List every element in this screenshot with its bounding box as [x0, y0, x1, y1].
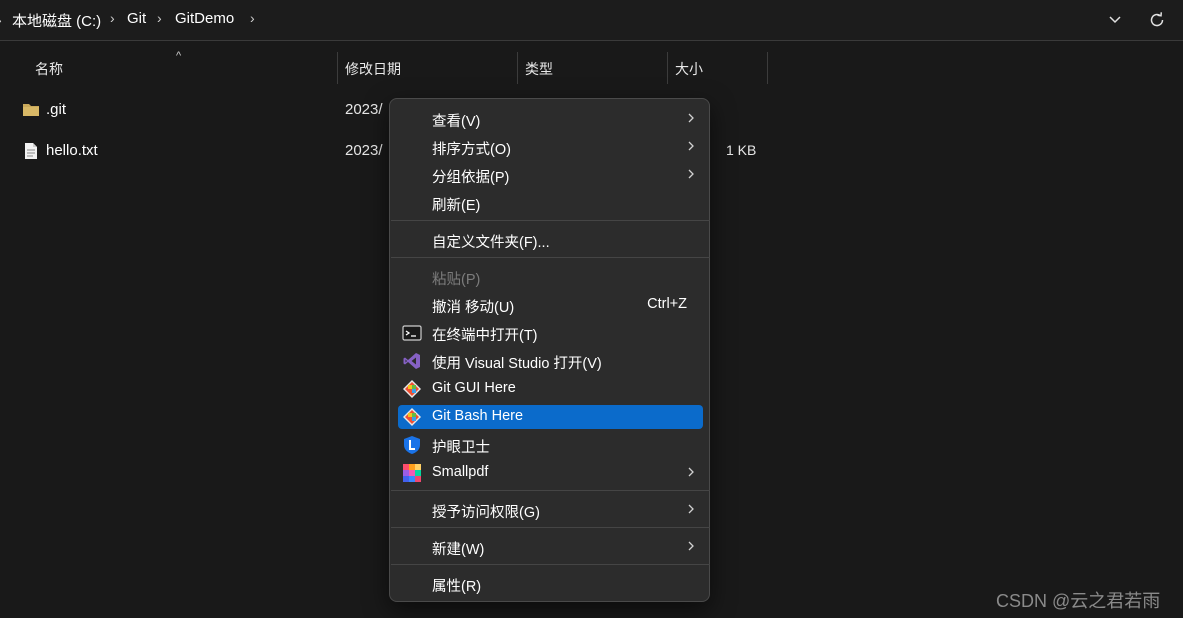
chevron-right-icon: [688, 141, 694, 151]
menu-separator: [391, 564, 710, 565]
menu-item-label: 使用 Visual Studio 打开(V): [432, 356, 602, 372]
menu-item-group-by[interactable]: 分组依据(P): [398, 163, 703, 187]
menu-item-eye-guard[interactable]: 护眼卫士: [398, 433, 703, 457]
breadcrumb-chevron-icon[interactable]: ›: [0, 12, 2, 28]
menu-item-give-access[interactable]: 授予访问权限(G): [398, 498, 703, 522]
eye-guard-icon: [404, 436, 420, 454]
sort-ascending-icon: ^: [176, 50, 182, 62]
menu-item-paste: 粘贴(P): [398, 265, 703, 289]
menu-item-shortcut: Ctrl+Z: [647, 296, 687, 312]
text-file-icon: [25, 143, 37, 159]
chevron-right-icon: [688, 467, 694, 477]
git-gui-icon: [403, 380, 421, 398]
menu-item-refresh[interactable]: 刷新(E): [398, 191, 703, 215]
menu-item-properties[interactable]: 属性(R): [398, 572, 703, 596]
breadcrumb-separator-icon[interactable]: ›: [110, 10, 115, 26]
address-bar[interactable]: › 本地磁盘 (C:) › Git › GitDemo ›: [0, 0, 1183, 41]
column-header-type[interactable]: 类型: [525, 51, 553, 85]
breadcrumb-separator-icon[interactable]: ›: [250, 10, 255, 26]
menu-item-sort-by[interactable]: 排序方式(O): [398, 135, 703, 159]
visual-studio-icon: [403, 353, 420, 369]
menu-item-view[interactable]: 查看(V): [398, 107, 703, 131]
menu-item-git-bash-here[interactable]: Git Bash Here: [398, 405, 703, 429]
menu-item-label: Git GUI Here: [432, 380, 516, 396]
chevron-right-icon: [688, 113, 694, 123]
menu-item-label: 授予访问权限(G): [432, 505, 540, 521]
menu-separator: [391, 490, 710, 491]
folder-icon: [23, 104, 39, 116]
menu-item-label: 自定义文件夹(F)...: [432, 235, 550, 251]
menu-item-label: 在终端中打开(T): [432, 328, 538, 344]
column-header-name[interactable]: 名称: [35, 51, 63, 85]
chevron-down-icon: [1109, 16, 1121, 24]
file-modified-date: 2023/: [345, 142, 383, 159]
menu-item-label: 刷新(E): [432, 198, 481, 214]
file-name: hello.txt: [46, 142, 98, 159]
chevron-right-icon: [688, 541, 694, 551]
git-bash-icon: [403, 408, 421, 426]
menu-item-undo-move[interactable]: 撤消 移动(U) Ctrl+Z: [398, 293, 703, 317]
column-header-modified[interactable]: 修改日期: [345, 51, 401, 85]
chevron-right-icon: [688, 504, 694, 514]
smallpdf-icon: [403, 464, 421, 482]
chevron-right-icon: [688, 169, 694, 179]
menu-item-label: 撤消 移动(U): [432, 300, 515, 316]
menu-item-label: 新建(W): [432, 542, 485, 558]
breadcrumb-item-git[interactable]: Git: [127, 10, 146, 27]
menu-separator: [391, 220, 710, 221]
menu-item-customize-folder[interactable]: 自定义文件夹(F)...: [398, 228, 703, 252]
menu-item-label: 分组依据(P): [432, 170, 510, 186]
column-divider[interactable]: [667, 52, 668, 84]
breadcrumb-item-local-disk[interactable]: 本地磁盘 (C:): [12, 10, 101, 31]
menu-item-label: Git Bash Here: [432, 408, 524, 424]
breadcrumb-item-gitdemo[interactable]: GitDemo: [175, 10, 234, 27]
menu-separator: [391, 257, 710, 258]
watermark: CSDN @云之君若雨: [996, 591, 1161, 611]
file-size: 1 KB: [726, 142, 757, 158]
column-header-row: ^ 名称 修改日期 类型 大小: [0, 50, 770, 85]
menu-item-open-in-terminal[interactable]: 在终端中打开(T): [398, 321, 703, 345]
refresh-button[interactable]: [1145, 8, 1169, 32]
column-divider[interactable]: [767, 52, 768, 84]
column-header-size[interactable]: 大小: [675, 51, 703, 85]
menu-item-new[interactable]: 新建(W): [398, 535, 703, 559]
menu-item-label: 排序方式(O): [432, 142, 511, 158]
refresh-icon: [1150, 12, 1164, 27]
history-dropdown-button[interactable]: [1103, 8, 1127, 32]
breadcrumb-separator-icon[interactable]: ›: [157, 10, 162, 26]
column-divider[interactable]: [517, 52, 518, 84]
menu-item-smallpdf[interactable]: Smallpdf: [398, 461, 703, 485]
menu-item-open-with-visual-studio[interactable]: 使用 Visual Studio 打开(V): [398, 349, 703, 373]
menu-item-git-gui-here[interactable]: Git GUI Here: [398, 377, 703, 401]
column-divider[interactable]: [337, 52, 338, 84]
menu-item-label: 属性(R): [432, 579, 482, 595]
file-name: .git: [46, 101, 67, 118]
menu-item-label: 护眼卫士: [432, 440, 490, 456]
context-menu: 查看(V) 排序方式(O) 分组依据(P) 刷新(E) 自定义文件夹(F)...…: [389, 98, 710, 602]
terminal-icon: [402, 325, 422, 341]
menu-separator: [391, 527, 710, 528]
file-modified-date: 2023/: [345, 101, 383, 118]
menu-item-label: 查看(V): [432, 114, 481, 130]
menu-item-label: Smallpdf: [432, 464, 489, 480]
menu-item-label: 粘贴(P): [432, 272, 481, 288]
